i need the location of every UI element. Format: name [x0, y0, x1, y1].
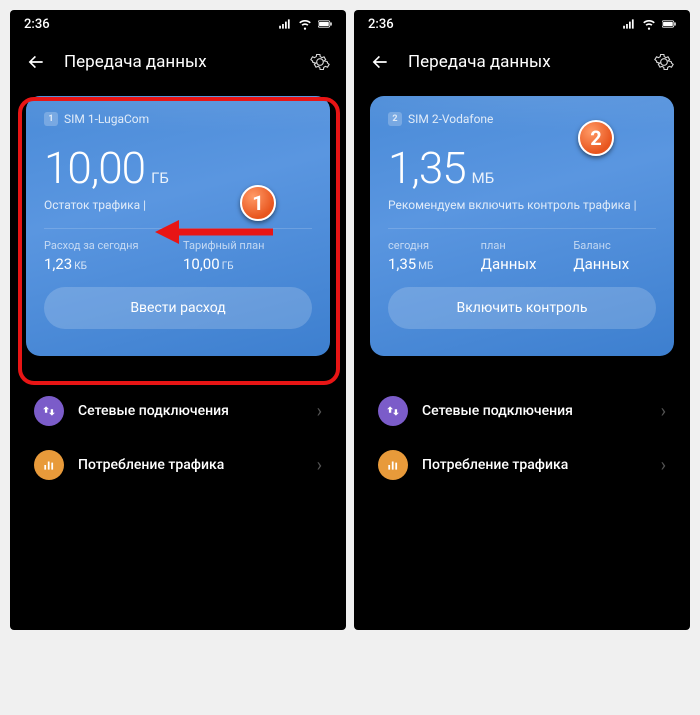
- stat-unit: КБ: [74, 261, 87, 272]
- phone-screen-2: 2:36 Передача данных 2 SIM 2-Vodafone 1,…: [354, 10, 690, 630]
- status-icons: [278, 17, 332, 31]
- stat-value: 1,35: [388, 255, 416, 273]
- sim-name: SIM 2-Vodafone: [408, 112, 493, 126]
- gear-icon[interactable]: [654, 52, 674, 72]
- page-title: Передача данных: [64, 52, 292, 72]
- list-item-traffic[interactable]: Потребление трафика ›: [378, 438, 666, 492]
- traffic-icon: [378, 450, 408, 480]
- statusbar: 2:36: [10, 10, 346, 38]
- signal-icon: [278, 17, 292, 31]
- remaining-label: Остаток трафика |: [44, 198, 312, 212]
- value-unit: МБ: [472, 169, 495, 187]
- stat-label: Тарифный план: [183, 239, 312, 252]
- header: Передача данных: [354, 38, 690, 86]
- value-number: 10,00: [44, 142, 145, 194]
- stat-value: 10,00: [183, 255, 220, 273]
- phone-screen-1: 2:36 Передача данных 1 SIM 1-LugaCom 10,…: [10, 10, 346, 630]
- main-value: 1,35 МБ: [388, 142, 656, 194]
- stat-value: 1,23: [44, 255, 72, 273]
- gear-icon[interactable]: [310, 52, 330, 72]
- sim-row: 2 SIM 2-Vodafone: [388, 112, 656, 126]
- data-card-sim1[interactable]: 1 SIM 1-LugaCom 10,00 ГБ Остаток трафика…: [26, 96, 330, 356]
- chevron-right-icon: ›: [661, 455, 666, 476]
- signal-icon: [622, 17, 636, 31]
- stat-value: Данных: [573, 255, 629, 273]
- stat-plan: Тарифный план 10,00ГБ: [183, 239, 312, 273]
- remaining-label: Рекомендуем включить контроль трафика |: [388, 198, 656, 212]
- stat-label: Расход за сегодня: [44, 239, 173, 252]
- stat-plan: план Данных: [481, 239, 564, 273]
- sim-name: SIM 1-LugaCom: [64, 112, 149, 126]
- card-action-label: Включить контроль: [457, 300, 588, 316]
- card-action-label: Ввести расход: [130, 300, 225, 316]
- wifi-icon: [298, 17, 312, 31]
- wifi-icon: [642, 17, 656, 31]
- card-action-button[interactable]: Включить контроль: [388, 287, 656, 329]
- stat-unit: МБ: [418, 261, 433, 272]
- statusbar: 2:36: [354, 10, 690, 38]
- stat-label: Баланс: [573, 239, 656, 252]
- stat-today: Расход за сегодня 1,23КБ: [44, 239, 173, 273]
- list-label: Сетевые подключения: [78, 403, 303, 419]
- sim-badge: 1: [44, 112, 58, 126]
- list-label: Сетевые подключения: [422, 403, 647, 419]
- list-label: Потребление трафика: [422, 457, 647, 473]
- divider: [388, 228, 656, 229]
- sim-row: 1 SIM 1-LugaCom: [44, 112, 312, 126]
- chevron-right-icon: ›: [317, 401, 322, 422]
- back-icon[interactable]: [370, 52, 390, 72]
- list-item-traffic[interactable]: Потребление трафика ›: [34, 438, 322, 492]
- status-icons: [622, 17, 676, 31]
- clock: 2:36: [368, 17, 394, 32]
- battery-icon: [318, 17, 332, 31]
- value-unit: ГБ: [151, 169, 169, 187]
- card-action-button[interactable]: Ввести расход: [44, 287, 312, 329]
- stat-balance: Баланс Данных: [573, 239, 656, 273]
- traffic-icon: [34, 450, 64, 480]
- stat-value: Данных: [481, 255, 537, 273]
- stat-label: план: [481, 239, 564, 252]
- page-title: Передача данных: [408, 52, 636, 72]
- list-item-network[interactable]: Сетевые подключения ›: [34, 384, 322, 438]
- value-number: 1,35: [388, 142, 466, 194]
- stat-label: сегодня: [388, 239, 471, 252]
- list-item-network[interactable]: Сетевые подключения ›: [378, 384, 666, 438]
- battery-icon: [662, 17, 676, 31]
- header: Передача данных: [10, 38, 346, 86]
- clock: 2:36: [24, 17, 50, 32]
- back-icon[interactable]: [26, 52, 46, 72]
- divider: [44, 228, 312, 229]
- network-icon: [34, 396, 64, 426]
- list-label: Потребление трафика: [78, 457, 303, 473]
- data-card-sim2[interactable]: 2 SIM 2-Vodafone 1,35 МБ Рекомендуем вкл…: [370, 96, 674, 356]
- stat-today: сегодня 1,35МБ: [388, 239, 471, 273]
- network-icon: [378, 396, 408, 426]
- stat-unit: ГБ: [222, 261, 234, 272]
- main-value: 10,00 ГБ: [44, 142, 312, 194]
- chevron-right-icon: ›: [661, 401, 666, 422]
- sim-badge: 2: [388, 112, 402, 126]
- chevron-right-icon: ›: [317, 455, 322, 476]
